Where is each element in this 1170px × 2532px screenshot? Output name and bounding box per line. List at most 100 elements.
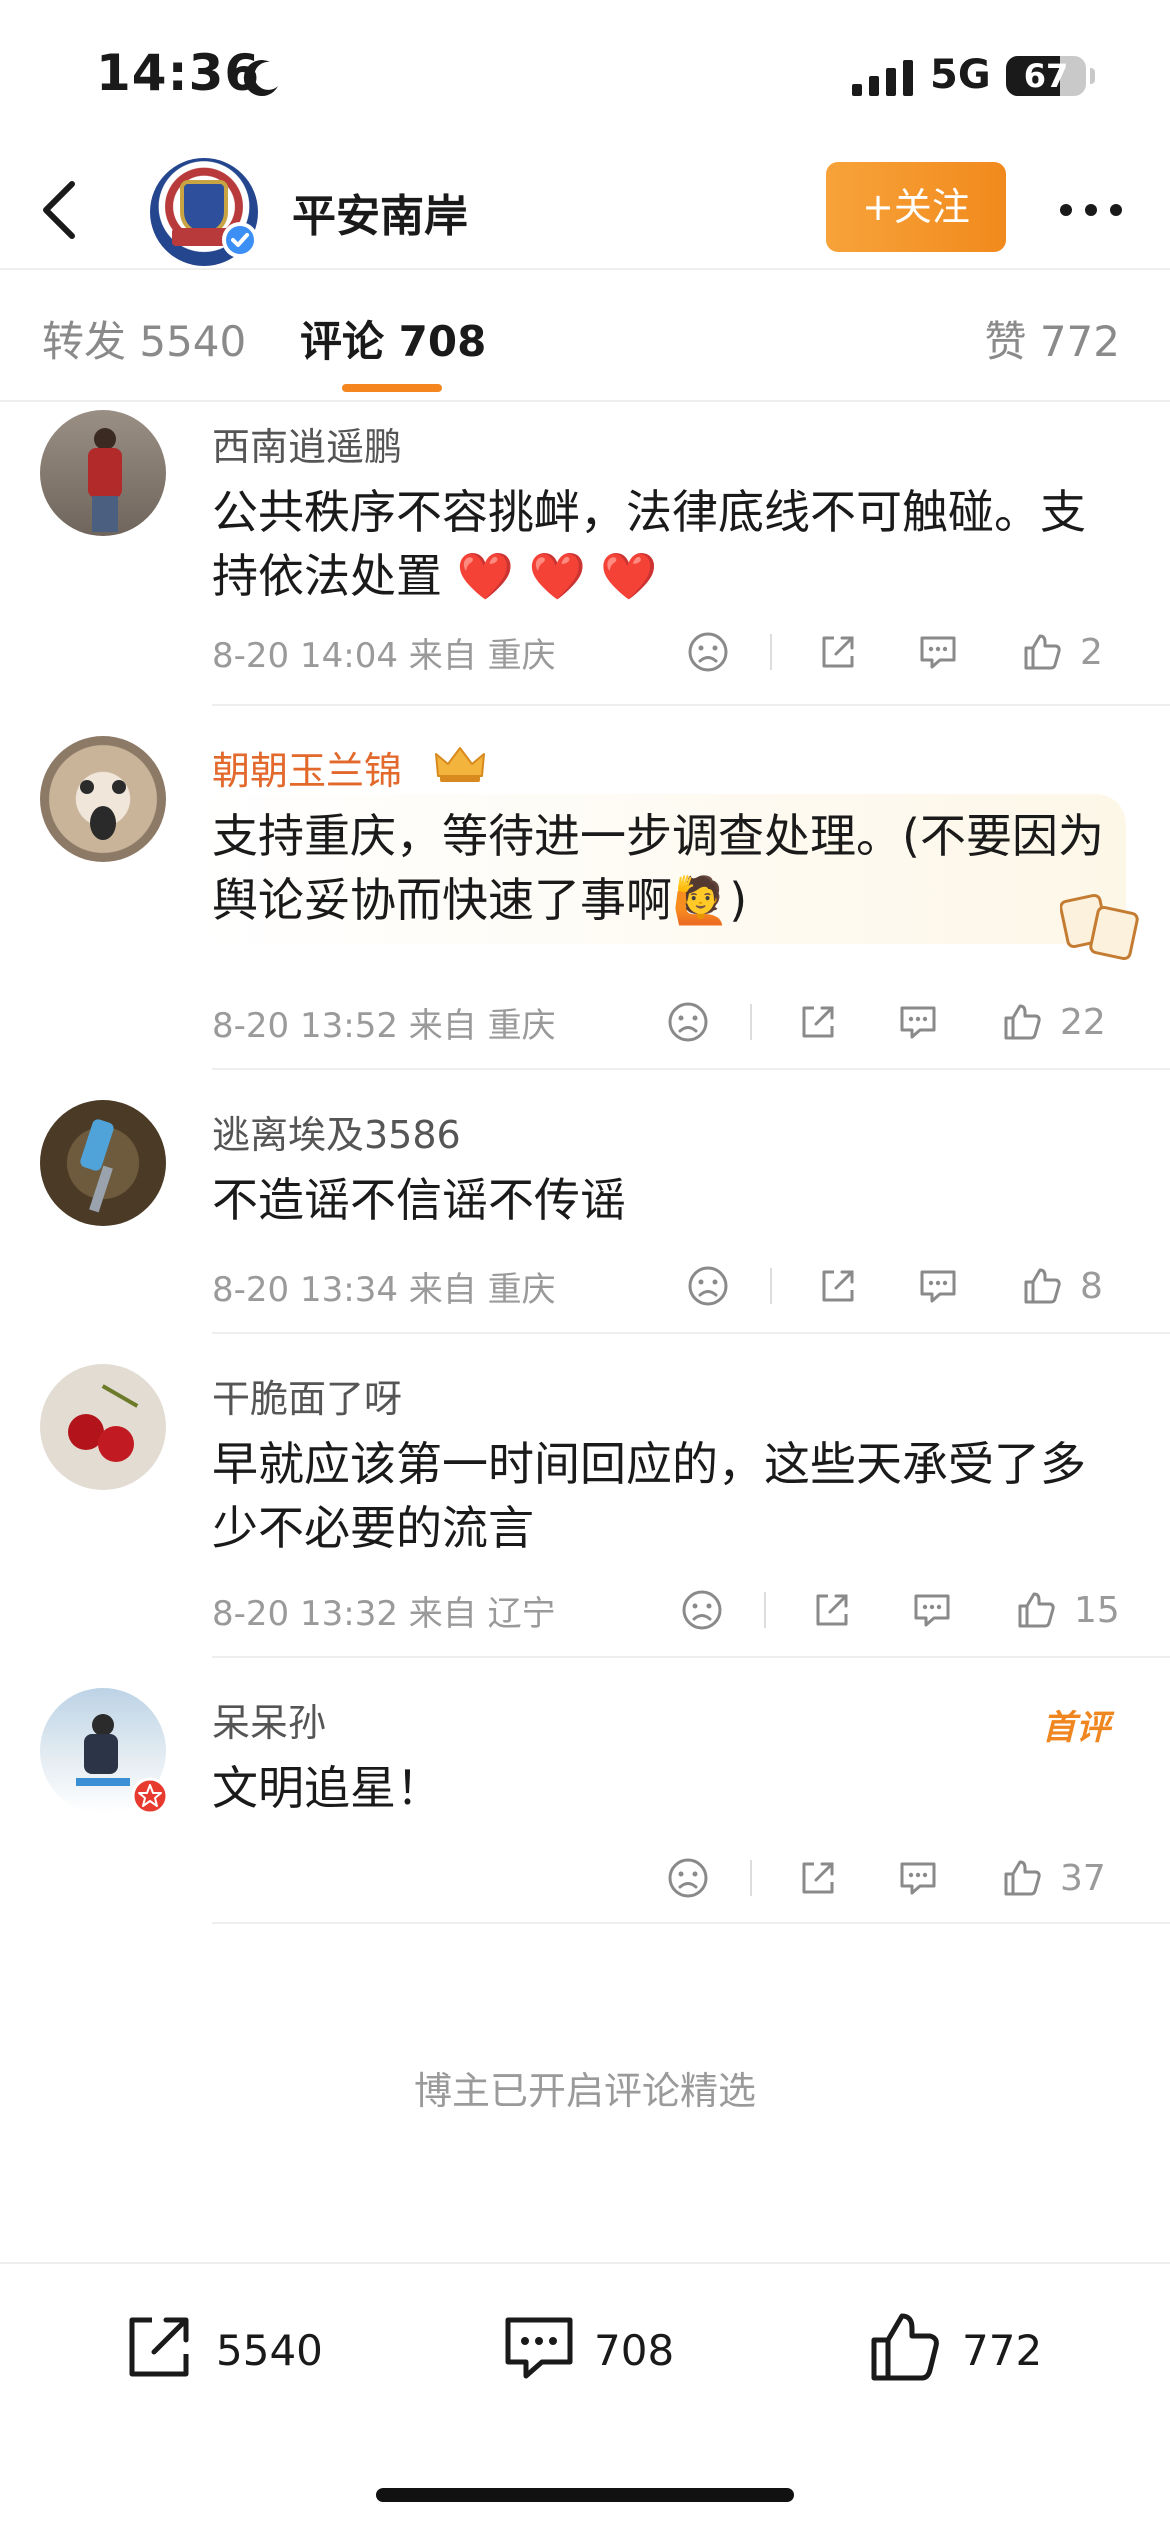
action-divider [770, 634, 772, 670]
tab-reposts[interactable]: 转发 5540 [42, 308, 246, 369]
bottom-like-count: 772 [962, 2326, 1043, 2375]
comment-meta: 8-20 14:04 来自 重庆 [212, 636, 556, 676]
comment-author[interactable]: 朝朝玉兰锦 [212, 740, 402, 795]
thumbs-up-icon [1004, 1860, 1041, 1896]
comment-icon [920, 1270, 956, 1303]
action-divider [770, 1268, 772, 1304]
follow-button[interactable]: +关注 [826, 162, 1006, 252]
comment-text: 不造谣不信谣不传谣 [212, 1173, 626, 1227]
comment-meta: 8-20 13:52 来自 重庆 [212, 1006, 556, 1046]
avatar-figure-legs [92, 496, 118, 532]
avatar-cat-eye [112, 780, 126, 794]
comment-divider [212, 1922, 1170, 1924]
frown-icon [668, 1858, 708, 1898]
share-icon [802, 1862, 834, 1894]
comment-meta: 8-20 13:34 来自 重庆 [212, 1270, 556, 1310]
bottom-like-button[interactable]: 772 [866, 2304, 1066, 2394]
tab-comments[interactable]: 评论 708 [300, 308, 486, 369]
more-icon[interactable] [1056, 180, 1126, 240]
avatar-skater-board [76, 1778, 130, 1786]
battery-level: 67 [1023, 57, 1069, 95]
share-icon [822, 636, 854, 668]
share-icon [129, 2317, 189, 2377]
thumbs-up-icon [1004, 1004, 1041, 1040]
network-type: 5G [930, 52, 991, 98]
bottom-repost-button[interactable]: 5540 [120, 2304, 340, 2394]
share-icon [816, 1594, 848, 1626]
comment-text: 文明追星！ [212, 1761, 442, 1815]
comment-author[interactable]: 逃离埃及3586 [212, 1104, 461, 1159]
share-icon [802, 1006, 834, 1038]
status-time: 14:36 [96, 44, 261, 102]
crown-badge-icon [435, 747, 485, 782]
comment-author[interactable]: 呆呆孙 [212, 1692, 326, 1747]
avatar[interactable] [40, 736, 166, 862]
like-count: 22 [1060, 1002, 1106, 1043]
avatar-figure [94, 428, 116, 450]
comment-icon [914, 1594, 950, 1627]
like-count: 37 [1060, 1858, 1106, 1899]
comment-meta: 8-20 13:32 来自 辽宁 [212, 1594, 556, 1634]
frown-icon [668, 1002, 708, 1042]
comment-divider [212, 704, 1170, 706]
avatar[interactable] [40, 1364, 166, 1490]
bottom-repost-count: 5540 [216, 2326, 323, 2375]
action-divider [750, 1004, 752, 1040]
frown-icon [682, 1590, 722, 1630]
avatar[interactable] [40, 410, 166, 536]
avatar-figure-body [88, 448, 122, 498]
comment-divider [212, 1068, 1170, 1070]
home-indicator[interactable] [376, 2488, 794, 2502]
like-count: 15 [1074, 1590, 1120, 1631]
bottom-comment-count: 708 [594, 2326, 675, 2375]
frown-icon [688, 632, 728, 672]
avatar-cherry [98, 1426, 134, 1462]
avatar-cherry-stem [101, 1384, 139, 1408]
comment-icon [900, 1006, 936, 1039]
avatar[interactable] [40, 1100, 166, 1226]
comment-author[interactable]: 干脆面了呀 [212, 1368, 402, 1423]
comment-text: 早就应该第一时间回应的，这些天承受了多少不必要的流言 [212, 1437, 1086, 1555]
tab-likes[interactable]: 赞 772 [984, 308, 1120, 369]
avatar-skater-body [84, 1734, 118, 1774]
action-divider [764, 1592, 766, 1628]
bottom-comment-button[interactable]: 708 [500, 2304, 700, 2394]
avatar-cat-paw [90, 806, 116, 840]
action-divider [750, 1860, 752, 1896]
avatar-cat-eye [80, 780, 94, 794]
comment-icon [920, 636, 956, 669]
comment-icon [900, 1862, 936, 1895]
nav-header: 平安南岸 +关注 [0, 150, 1170, 270]
frown-icon [688, 1266, 728, 1306]
thumbs-up-icon [1024, 634, 1061, 670]
status-bar: 14:36 5G 67 [0, 0, 1170, 150]
comment-actions: 2 [686, 622, 1126, 682]
comment-actions: 8 [686, 1256, 1126, 1316]
comment-text: 公共秩序不容挑衅，法律底线不可触碰。支持依法处置 ❤️ ❤️ ❤️ [212, 485, 1086, 603]
battery-nub [1090, 68, 1095, 84]
comment-text: 支持重庆，等待进一步调查处理。(不要因为舆论妥协而快速了事啊🙋) [212, 809, 1104, 927]
avatar-skater-head [92, 1714, 114, 1736]
comment-actions: 15 [680, 1580, 1120, 1640]
account-name[interactable]: 平安南岸 [292, 180, 468, 244]
fortune-sticker-icon [1060, 893, 1139, 961]
comment-icon [505, 2317, 573, 2379]
weibo-comments-page: 14:36 5G 67 平安南岸 +关注 转发 5540 评论 708 赞 77… [0, 0, 1170, 2532]
curated-comments-note: 博主已开启评论精选 [413, 2069, 756, 2113]
star-badge-icon [131, 1777, 169, 1815]
comment-author[interactable]: 西南逍遥鹏 [212, 416, 402, 471]
avatar-key-blade [89, 1165, 113, 1213]
tab-indicator [342, 384, 442, 392]
like-count: 2 [1080, 632, 1103, 673]
thumbs-up-icon [1018, 1592, 1055, 1628]
signal-icon [852, 60, 913, 96]
verified-icon [222, 222, 258, 258]
first-comment-badge: 首评 [1042, 1708, 1110, 1748]
comment-actions: 37 [666, 1848, 1106, 1908]
comment-divider [212, 1656, 1170, 1658]
back-button[interactable] [30, 170, 90, 250]
battery-icon: 67 [1006, 56, 1086, 96]
avatar-key-fob [78, 1117, 116, 1173]
moon-icon [243, 60, 278, 97]
comment-divider [212, 1332, 1170, 1334]
